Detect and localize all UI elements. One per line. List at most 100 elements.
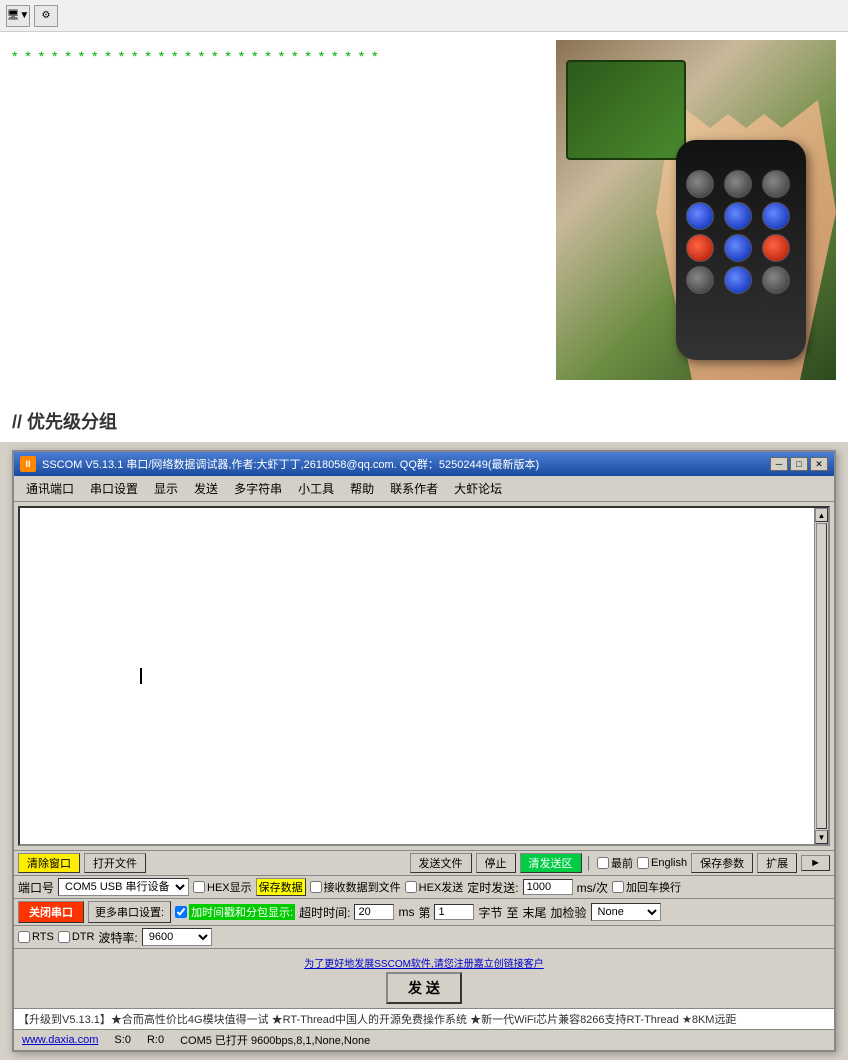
menu-display[interactable]: 显示 bbox=[146, 478, 186, 499]
maximize-button[interactable]: □ bbox=[790, 457, 808, 471]
menu-serial-settings[interactable]: 串口设置 bbox=[82, 478, 146, 499]
to-label: 至 bbox=[507, 904, 519, 921]
arrow-button[interactable]: ► bbox=[801, 855, 830, 871]
sscom-app-icon: II bbox=[20, 456, 36, 472]
stop-button[interactable]: 停止 bbox=[476, 853, 516, 873]
menu-forum[interactable]: 大虾论坛 bbox=[446, 478, 510, 499]
baud-select[interactable]: 9600 115200 4800 bbox=[142, 928, 212, 946]
s-counter: S:0 bbox=[114, 1034, 131, 1046]
timed-send-unit: ms/次 bbox=[577, 879, 608, 896]
timeout-input[interactable] bbox=[354, 904, 394, 920]
remote-btn-3 bbox=[762, 170, 790, 198]
gear-icon: ⚙ bbox=[42, 10, 51, 21]
port-select[interactable]: COM5 USB 串行设备 bbox=[58, 878, 189, 896]
expand-button[interactable]: 扩展 bbox=[757, 853, 797, 873]
remote-control bbox=[676, 140, 806, 360]
rts-label[interactable]: RTS bbox=[18, 931, 54, 943]
hex-send-label[interactable]: HEX发送 bbox=[405, 879, 464, 895]
promo-text: 为了更好地发展SSCOM软件,请您注册嘉立创链接客户 bbox=[300, 953, 547, 972]
rts-checkbox[interactable] bbox=[18, 931, 30, 943]
hex-display-checkbox[interactable] bbox=[193, 881, 205, 893]
remote-btn-6 bbox=[762, 202, 790, 230]
timed-send-label: 定时发送: bbox=[467, 879, 518, 896]
remote-btn-12 bbox=[762, 266, 790, 294]
save-params-button[interactable]: 保存参数 bbox=[691, 853, 753, 873]
english-checkbox[interactable] bbox=[637, 857, 649, 869]
remote-btn-2 bbox=[724, 170, 752, 198]
send-button[interactable]: 发 送 bbox=[386, 972, 462, 1004]
timestamp-text: 加时间戳和分包显示: bbox=[189, 904, 295, 920]
open-file-button[interactable]: 打开文件 bbox=[84, 853, 146, 873]
recv-file-text: 接收数据到文件 bbox=[324, 879, 401, 895]
port-row: 关闭串口 更多串口设置: 加时间戳和分包显示: 超时时间: ms 第 字节 至 … bbox=[14, 898, 834, 925]
timestamp-checkbox[interactable] bbox=[175, 906, 187, 918]
status-row: 端口号 COM5 USB 串行设备 HEX显示 保存数据 接收数据到文件 HEX… bbox=[14, 875, 834, 898]
close-port-button[interactable]: 关闭串口 bbox=[18, 901, 84, 923]
page-input[interactable] bbox=[434, 904, 474, 920]
recv-file-label[interactable]: 接收数据到文件 bbox=[310, 879, 401, 895]
remote-buttons bbox=[676, 140, 806, 304]
checksum-select[interactable]: None bbox=[591, 903, 661, 921]
timeout-label: 超时时间: bbox=[299, 904, 350, 921]
return-label[interactable]: 加回车换行 bbox=[612, 879, 681, 895]
scroll-up-arrow[interactable]: ▲ bbox=[815, 508, 828, 522]
remote-btn-8 bbox=[724, 234, 752, 262]
left-content: * * * * * * * * * * * * * * * * * * * * … bbox=[12, 40, 540, 384]
menu-help[interactable]: 帮助 bbox=[342, 478, 382, 499]
remote-btn-10 bbox=[686, 266, 714, 294]
minimize-button[interactable]: ─ bbox=[770, 457, 788, 471]
window-controls: ─ □ ✕ bbox=[770, 457, 828, 471]
close-button[interactable]: ✕ bbox=[810, 457, 828, 471]
dropdown-icon: ▼ bbox=[19, 10, 29, 21]
menu-comport[interactable]: 通讯端口 bbox=[18, 478, 82, 499]
heading-title: 优先级分组 bbox=[27, 412, 117, 432]
sscom-window: II SSCOM V5.13.1 串口/网络数据调试器,作者:大虾丁丁,2618… bbox=[12, 450, 836, 1052]
end-label: 末尾 bbox=[523, 904, 547, 921]
english-checkbox-label[interactable]: English bbox=[637, 857, 687, 869]
scroll-thumb[interactable] bbox=[816, 523, 827, 829]
last-checkbox-label[interactable]: 最前 bbox=[597, 855, 633, 871]
timeout-unit: ms bbox=[398, 905, 414, 919]
toolbar-btn-2[interactable]: ⚙ bbox=[34, 5, 58, 27]
window-title: SSCOM V5.13.1 串口/网络数据调试器,作者:大虾丁丁,2618058… bbox=[42, 456, 764, 472]
baud-label: 波特率: bbox=[98, 929, 137, 946]
return-checkbox[interactable] bbox=[612, 881, 624, 893]
menu-send[interactable]: 发送 bbox=[186, 478, 226, 499]
r-counter: R:0 bbox=[147, 1034, 164, 1046]
article-image bbox=[556, 40, 836, 380]
last-label: 最前 bbox=[611, 855, 633, 871]
scroll-down-arrow[interactable]: ▼ bbox=[815, 830, 828, 844]
monitor-icon: 🖥 bbox=[7, 10, 20, 21]
byte-label: 字节 bbox=[478, 904, 502, 921]
toolbar-btn-1[interactable]: 🖥 ▼ bbox=[6, 5, 30, 27]
save-data-button[interactable]: 保存数据 bbox=[256, 878, 306, 896]
remote-btn-1 bbox=[686, 170, 714, 198]
more-settings-button[interactable]: 更多串口设置: bbox=[88, 901, 171, 923]
resend-button[interactable]: 清发送区 bbox=[520, 853, 582, 873]
menu-tools[interactable]: 小工具 bbox=[290, 478, 342, 499]
website-link[interactable]: www.daxia.com bbox=[22, 1034, 98, 1046]
send-area: 为了更好地发展SSCOM软件,请您注册嘉立创链接客户 发 送 bbox=[14, 948, 834, 1008]
timed-send-input[interactable] bbox=[523, 879, 573, 895]
hex-display-label[interactable]: HEX显示 bbox=[193, 879, 252, 895]
terminal-area[interactable]: ▲ ▼ bbox=[18, 506, 830, 846]
timestamp-checkbox-label[interactable]: 加时间戳和分包显示: bbox=[175, 904, 295, 920]
last-checkbox[interactable] bbox=[597, 857, 609, 869]
dtr-checkbox[interactable] bbox=[58, 931, 70, 943]
english-label: English bbox=[651, 857, 687, 869]
remote-btn-7 bbox=[686, 234, 714, 262]
menu-contact[interactable]: 联系作者 bbox=[382, 478, 446, 499]
dtr-label[interactable]: DTR bbox=[58, 931, 95, 943]
heading-prefix: // bbox=[12, 412, 22, 432]
clear-window-button[interactable]: 清除窗口 bbox=[18, 853, 80, 873]
hex-send-checkbox[interactable] bbox=[405, 881, 417, 893]
send-file-button[interactable]: 发送文件 bbox=[410, 853, 472, 873]
menubar: 通讯端口 串口设置 显示 发送 多字符串 小工具 帮助 联系作者 大虾论坛 bbox=[14, 476, 834, 502]
bottom-bar1: 清除窗口 打开文件 发送文件 停止 清发送区 │ 最前 English 保存参数… bbox=[14, 850, 834, 875]
return-text: 加回车换行 bbox=[626, 879, 681, 895]
page-label: 第 bbox=[418, 904, 430, 921]
menu-multi-string[interactable]: 多字符串 bbox=[226, 478, 290, 499]
vertical-scrollbar[interactable]: ▲ ▼ bbox=[814, 508, 828, 844]
recv-file-checkbox[interactable] bbox=[310, 881, 322, 893]
toolbar-strip: 🖥 ▼ ⚙ bbox=[0, 0, 848, 32]
